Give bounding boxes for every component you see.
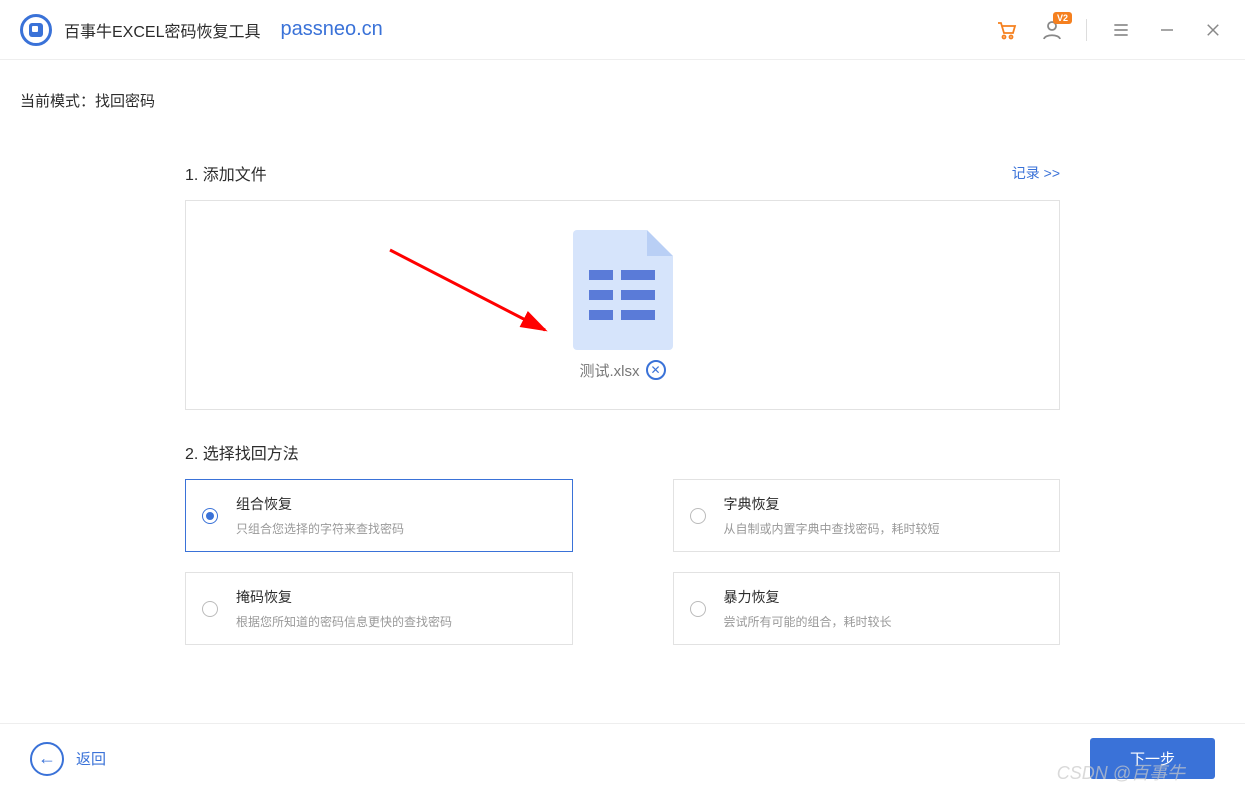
mode-label: 当前模式： [20,93,95,110]
method-desc: 从自制或内置字典中查找密码，耗时较短 [724,520,1044,537]
remove-file-icon[interactable]: ✕ [646,360,666,380]
app-title: 百事牛EXCEL密码恢复工具 [64,18,260,42]
divider [1086,19,1087,41]
radio-icon [202,601,218,617]
step2-header: 2. 选择找回方法 [185,440,1060,464]
app-header: 百事牛EXCEL密码恢复工具 passneo.cn V2 [0,0,1245,60]
back-button[interactable]: ← 返回 [30,742,106,776]
header-actions: V2 [994,18,1225,42]
history-link[interactable]: 记录 >> [1012,163,1060,183]
menu-icon[interactable] [1109,18,1133,42]
step2-title: 2. 选择找回方法 [185,440,299,464]
mode-value: 找回密码 [95,93,155,110]
website-label: passneo.cn [280,18,382,41]
radio-icon [690,601,706,617]
back-label: 返回 [76,748,106,769]
file-name-row: 测试.xlsx ✕ [579,360,665,381]
back-arrow-icon: ← [30,742,64,776]
step1-title: 1. 添加文件 [185,161,267,185]
user-badge: V2 [1053,12,1072,24]
method-title: 组合恢复 [236,494,556,514]
method-combination[interactable]: 组合恢复 只组合您选择的字符来查找密码 [185,479,573,552]
method-dictionary[interactable]: 字典恢复 从自制或内置字典中查找密码，耗时较短 [673,479,1061,552]
step1-header: 1. 添加文件 记录 >> [185,161,1060,185]
footer-bar: ← 返回 下一步 [0,723,1245,793]
method-bruteforce[interactable]: 暴力恢复 尝试所有可能的组合，耗时较长 [673,572,1061,645]
radio-icon [690,508,706,524]
method-desc: 尝试所有可能的组合，耗时较长 [724,613,1044,630]
method-title: 暴力恢复 [724,587,1044,607]
user-icon[interactable]: V2 [1040,18,1064,42]
recovery-methods: 组合恢复 只组合您选择的字符来查找密码 字典恢复 从自制或内置字典中查找密码，耗… [185,479,1060,645]
close-icon[interactable] [1201,18,1225,42]
method-title: 掩码恢复 [236,587,556,607]
next-button[interactable]: 下一步 [1090,738,1215,779]
radio-icon [202,508,218,524]
method-desc: 根据您所知道的密码信息更快的查找密码 [236,613,556,630]
current-mode: 当前模式：找回密码 [0,60,1245,121]
method-mask[interactable]: 掩码恢复 根据您所知道的密码信息更快的查找密码 [185,572,573,645]
method-title: 字典恢复 [724,494,1044,514]
app-logo-icon [20,14,52,46]
minimize-icon[interactable] [1155,18,1179,42]
file-name: 测试.xlsx [579,360,639,381]
file-icon [573,230,673,350]
cart-icon[interactable] [994,18,1018,42]
main-content: 1. 添加文件 记录 >> 测试.xlsx ✕ 2. 选择找回方法 组合恢复 只 [0,121,1245,645]
file-drop-zone[interactable]: 测试.xlsx ✕ [185,200,1060,410]
method-desc: 只组合您选择的字符来查找密码 [236,520,556,537]
